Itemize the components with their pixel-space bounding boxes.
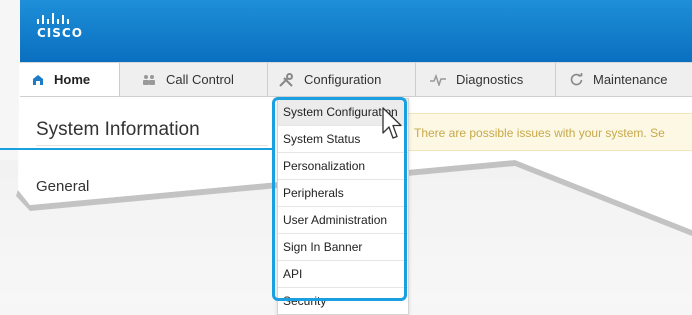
warning-banner[interactable]: There are possible issues with your syst…: [404, 113, 692, 151]
callout-line: [0, 148, 272, 150]
mouse-pointer-icon: [382, 107, 402, 139]
nav-maintenance[interactable]: Maintenance: [556, 63, 692, 96]
section-heading-general: General: [36, 178, 90, 195]
nav-call-control-label: Call Control: [166, 72, 234, 87]
logo-text: CISCO: [37, 26, 83, 40]
nav-home-label: Home: [54, 72, 91, 87]
top-header: CISCO: [20, 0, 692, 62]
nav-diagnostics[interactable]: Diagnostics: [416, 63, 556, 96]
nav-maintenance-label: Maintenance: [593, 72, 668, 87]
pulse-icon: [430, 73, 446, 86]
page-title: System Information: [36, 119, 200, 140]
nav-configuration[interactable]: Configuration: [268, 63, 416, 96]
tools-icon: [278, 72, 294, 88]
nav-configuration-label: Configuration: [304, 72, 382, 87]
home-icon: [32, 74, 44, 86]
nav-diagnostics-label: Diagnostics: [456, 72, 524, 87]
refresh-icon: [570, 73, 583, 86]
nav-home[interactable]: Home: [20, 63, 120, 96]
nav-call-control[interactable]: Call Control: [120, 63, 268, 96]
divider: [36, 145, 268, 146]
warning-text: There are possible issues with your syst…: [414, 126, 665, 140]
users-icon: [142, 74, 156, 85]
cisco-logo[interactable]: CISCO: [37, 13, 83, 40]
main-nav: Home Call Control Configuration Diagnost…: [20, 62, 692, 97]
cisco-bars-logo-icon: [37, 13, 69, 24]
